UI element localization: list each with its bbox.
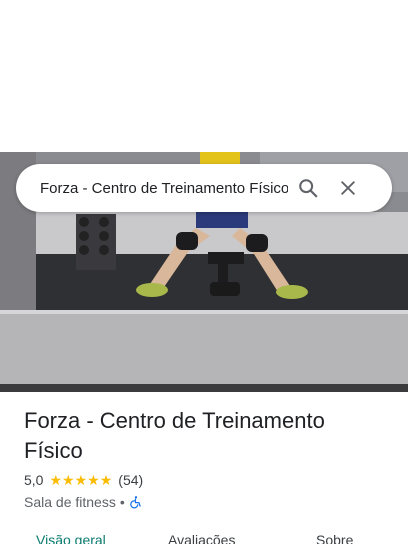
star-icon: ★ — [74, 472, 88, 488]
place-category: Sala de fitness — [24, 494, 116, 510]
tab-overview[interactable]: Visão geral — [36, 532, 106, 544]
search-icon — [299, 179, 318, 198]
star-icon: ★ — [87, 472, 100, 488]
search-input[interactable]: Forza - Centro de Treinamento Físico — [40, 180, 288, 197]
rating-stars: ★ ★ ★ ★ ★ — [49, 473, 112, 487]
tab-reviews[interactable]: Avaliações — [168, 532, 235, 544]
rating-value: 5,0 — [24, 472, 44, 488]
place-title: Forza - Centro de Treinamento Físico — [24, 408, 325, 463]
separator-dot: • — [119, 494, 125, 510]
search-button[interactable] — [288, 168, 328, 208]
tab-about[interactable]: Sobre — [316, 532, 353, 544]
star-icon: ★ — [62, 472, 75, 488]
close-icon — [341, 181, 355, 195]
rating-row[interactable]: 5,0 ★ ★ ★ ★ ★ (54) — [24, 472, 143, 488]
star-icon: ★ — [49, 472, 63, 488]
wheelchair-icon — [129, 495, 143, 509]
review-count[interactable]: (54) — [118, 472, 143, 488]
category-row: Sala de fitness • — [24, 494, 143, 510]
close-button[interactable] — [328, 168, 368, 208]
tab-bar: Visão geral Avaliações Sobre — [0, 528, 408, 544]
star-icon: ★ — [99, 472, 113, 488]
map-area-blank — [0, 0, 408, 152]
search-bar[interactable]: Forza - Centro de Treinamento Físico — [16, 164, 392, 212]
